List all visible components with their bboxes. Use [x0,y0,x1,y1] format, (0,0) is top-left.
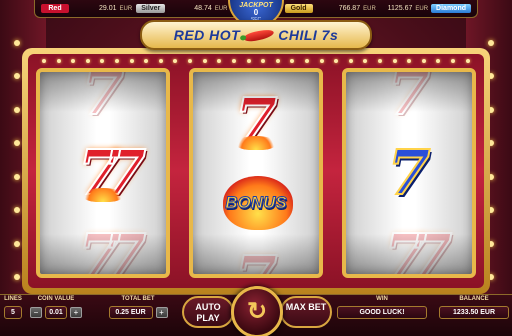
balance-caption: BALANCE [459,296,489,302]
reel-cabinet: 7 77 77 7 BONUS 7 7 7 77 [22,48,490,294]
jackpot-value: 29.01 [99,5,117,12]
jackpot-currency: EUR [415,5,429,12]
coin-minus-button[interactable]: − [30,307,42,318]
lines-caption: LINES [4,296,22,302]
main-controls: AUTO PLAY MAX BET ↻ [182,286,332,336]
seven-symbol: 7 [233,84,278,157]
max-bet-button[interactable]: MAX BET [280,296,332,328]
total-bet-caption: TOTAL BET [121,296,155,302]
jackpot-silver: Silver 48.74 EUR [136,2,227,15]
coin-plus-button[interactable]: + [70,307,82,318]
jackpot-badge-number: 0 [253,8,259,17]
jackpot-label: Red [41,4,69,13]
title-part-2: CHILI 7s [278,27,339,43]
autoplay-button[interactable]: AUTO PLAY [182,296,234,328]
coin-value-group: COIN VALUE − 0.01 + [28,295,84,319]
jackpot-red: Red 29.01 EUR [41,2,132,15]
double-seven-symbol: 77 [77,220,147,278]
win-caption: WIN [376,296,388,302]
jackpot-label: Diamond [431,4,471,13]
jackpot-currency: EUR [214,5,228,12]
flame-icon [236,136,276,150]
jackpot-value: 48.74 [194,5,212,12]
jackpot-gold: Gold 766.87 EUR [284,2,376,15]
total-bet-group: TOTAL BET 0.25 EUR + [108,295,168,319]
total-bet-display: 0.25 EUR [108,306,153,319]
reel-area: 7 77 77 7 BONUS 7 7 7 77 [28,54,484,288]
slot-game-screen: Red 29.01 EUR Silver 48.74 EUR Gold 766.… [0,0,512,336]
jackpot-value: 1125.67 [387,5,413,12]
jackpot-value: 766.87 [338,5,361,12]
bonus-label: BONUS [225,193,287,213]
total-bet-plus-button[interactable]: + [155,307,168,318]
jackpot-currency: EUR [363,5,376,12]
lines-group: LINES 5 [2,295,24,319]
seven-symbol: 7 [80,68,125,129]
bonus-symbol: BONUS [193,168,319,238]
blue-seven-symbol: 7 [386,136,431,209]
win-group: WIN GOOD LUCK! [336,295,428,319]
jackpot-label: Gold [284,4,313,13]
jackpot-currency: EUR [119,5,133,12]
balance-group: BALANCE 1233.50 EUR [438,295,510,319]
total-bet-controls: 0.25 EUR + [108,306,168,319]
spin-button[interactable]: ↻ [231,286,283,336]
cabinet-light-bulbs [42,59,470,63]
double-seven-symbol: 77 [383,220,453,278]
seven-symbol: 7 [386,68,431,129]
balance-display: 1233.50 EUR [439,306,509,319]
seven-symbol: 7 [193,244,319,275]
lines-value[interactable]: 5 [4,306,22,319]
title-part-1: RED HOT [173,27,241,43]
jackpot-diamond: 1125.67 EUR Diamond [380,2,471,15]
reel-2: 7 BONUS 7 [189,68,323,278]
flame-icon [83,188,123,202]
win-display: GOOD LUCK! [337,306,427,319]
coin-value-display: 0.01 [45,306,67,319]
reel-3: 7 7 77 [342,68,476,278]
chili-pepper-icon [243,27,275,43]
reel-1: 7 77 77 [36,68,170,278]
spin-arrow-icon: ↻ [246,298,268,325]
coin-value-controls: − 0.01 + [30,306,82,319]
jackpot-label: Silver [136,4,166,13]
coin-value-caption: COIN VALUE [37,296,75,302]
game-title-banner: RED HOT CHILI 7s [140,20,372,50]
double-seven-symbol: 77 [77,136,147,209]
